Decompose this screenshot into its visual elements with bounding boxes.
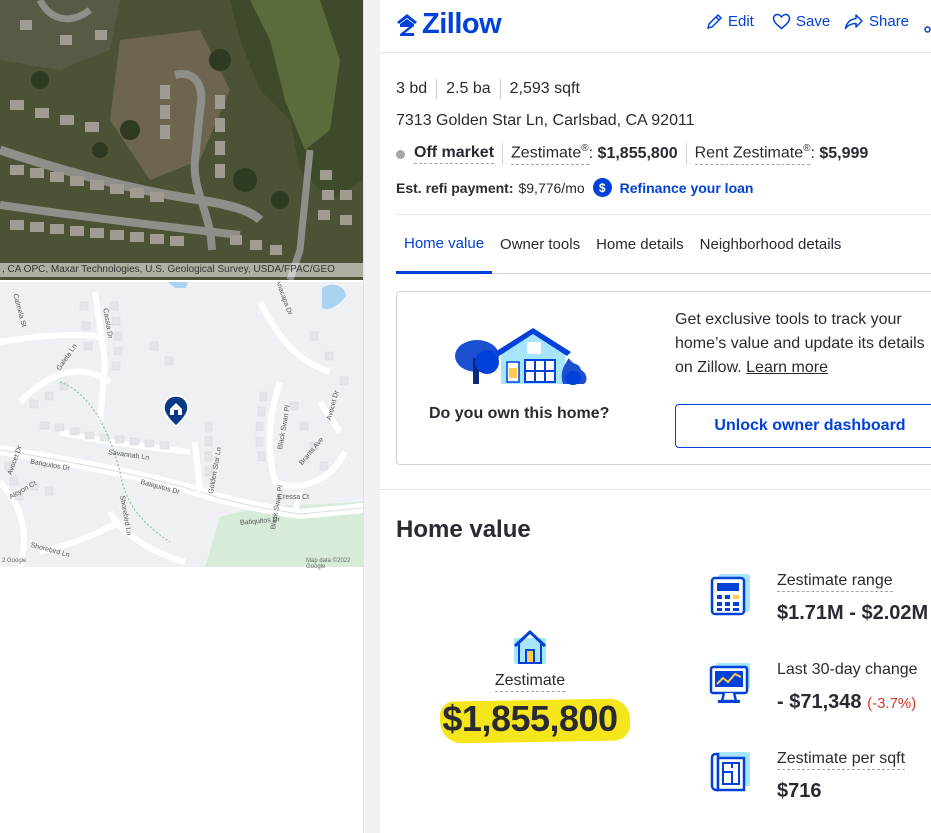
share-arrow-icon — [844, 14, 863, 30]
divider — [502, 143, 504, 165]
rent-zestimate-tooltip-trigger[interactable]: Rent Zestimate® — [694, 143, 811, 165]
panel-divider[interactable] — [363, 0, 380, 833]
beds: 3 bd — [396, 80, 428, 97]
registered-mark: ® — [803, 143, 811, 155]
save-label: Save — [796, 13, 831, 30]
divider — [436, 79, 438, 99]
house-trees-illustration-icon — [455, 328, 587, 385]
street-label: Cressa Ct — [278, 494, 310, 501]
owner-description: Get exclusive tools to track your home’s… — [675, 308, 931, 380]
pencil-icon — [706, 13, 723, 30]
tab-neighborhood-details[interactable]: Neighborhood details — [692, 215, 850, 274]
zestimate-value: $1,855,800 — [597, 145, 678, 162]
section-divider — [380, 489, 931, 490]
zestimate-amount-wrap: $1,855,800 — [440, 698, 631, 744]
property-details-panel: Zillow Edit Save Share 3 bd 2.5 ba 2,593… — [380, 0, 931, 833]
edit-label: Edit — [728, 13, 754, 30]
home-location-pin[interactable] — [163, 395, 189, 427]
zestimate-label: Zestimate — [511, 144, 582, 162]
last-30-day-change-label: Last 30-day change — [777, 661, 918, 678]
house-illustration — [455, 328, 589, 393]
satellite-attribution: , CA OPC, Maxar Technologies, U.S. Geolo… — [0, 263, 363, 277]
map-credit: 2 Google — [2, 558, 27, 564]
more-dots-icon — [924, 26, 931, 33]
map-pin-icon — [163, 395, 189, 427]
zestimate-per-sqft-label[interactable]: Zestimate per sqft — [777, 750, 906, 770]
zestimate-range-label[interactable]: Zestimate range — [777, 572, 893, 592]
tab-owner-tools[interactable]: Owner tools — [492, 215, 588, 274]
rent-zestimate-value: $5,999 — [819, 145, 869, 162]
zillow-logo-text: Zillow — [422, 8, 502, 40]
dollar-icon: $ — [592, 178, 612, 197]
calculator-icon — [710, 574, 750, 616]
satellite-map[interactable]: , CA OPC, Maxar Technologies, U.S. Geolo… — [0, 0, 363, 280]
save-button[interactable]: Save — [772, 13, 830, 30]
zestimate-tooltip-trigger[interactable]: Zestimate® — [511, 143, 589, 165]
learn-more-link[interactable]: Learn more — [746, 359, 828, 376]
refinance-link[interactable]: Refinance your loan — [620, 180, 754, 196]
refi-row: Est. refi payment: $9,776/mo $ Refinance… — [396, 178, 753, 197]
house-icon — [513, 630, 547, 664]
last-30-day-change-value-wrap: - $71,348 (-3.7%) — [777, 691, 916, 714]
baths: 2.5 ba — [446, 80, 491, 97]
status-dot — [396, 149, 405, 159]
top-bar: Zillow Edit Save Share — [380, 0, 931, 53]
zestimate-label[interactable]: Zestimate — [494, 672, 566, 692]
tab-home-value[interactable]: Home value — [396, 215, 493, 274]
zillow-logo[interactable]: Zillow — [396, 8, 502, 41]
zillow-logo-icon — [397, 13, 417, 36]
zestimate-block: Zestimate $1,855,800 — [420, 620, 640, 744]
owner-question: Do you own this home? — [429, 405, 610, 422]
registered-mark: ® — [581, 143, 589, 155]
divider — [499, 79, 501, 99]
map-panel[interactable]: , CA OPC, Maxar Technologies, U.S. Geolo… — [0, 0, 363, 833]
monitor-chart-icon — [709, 663, 750, 703]
colon: : — [810, 145, 820, 162]
zestimate-amount: $1,855,800 — [442, 698, 618, 739]
unlock-owner-dashboard-button[interactable]: Unlock owner dashboard — [675, 404, 931, 448]
zestimate-range-value: $1.71M - $2.02M — [777, 602, 929, 624]
share-button[interactable]: Share — [844, 13, 909, 30]
heart-icon — [772, 13, 791, 30]
street-map[interactable]: Calmela St Cassia Dr Galeta Ln Savannah … — [0, 282, 363, 567]
refi-label: Est. refi payment: — [396, 179, 514, 196]
rent-zestimate-label: Rent Zestimate — [694, 144, 804, 162]
more-menu-button[interactable] — [924, 20, 931, 33]
status-row: Off market Zestimate® : $1,855,800 Rent … — [396, 143, 868, 165]
satellite-imagery — [0, 0, 363, 280]
edit-button[interactable]: Edit — [706, 13, 754, 30]
share-label: Share — [869, 13, 910, 30]
owner-dashboard-card: Do you own this home? Get exclusive tool… — [396, 291, 931, 465]
last-30-day-change-percent: (-3.7%) — [867, 695, 917, 712]
home-facts: 3 bd 2.5 ba 2,593 sqft — [396, 79, 580, 99]
last-30-day-change-value: - $71,348 — [777, 691, 862, 713]
colon: : — [588, 145, 598, 162]
divider — [685, 143, 687, 165]
status-off-market[interactable]: Off market — [414, 144, 495, 164]
section-tabs: Home value Owner tools Home details Neig… — [396, 214, 931, 274]
refi-value: $9,776/mo — [518, 179, 585, 196]
zestimate-per-sqft-value: $716 — [777, 780, 822, 802]
sqft: 2,593 sqft — [509, 80, 580, 97]
tab-home-details[interactable]: Home details — [588, 215, 692, 274]
floorplan-icon — [710, 752, 750, 792]
home-address: 7313 Golden Star Ln, Carlsbad, CA 92011 — [396, 112, 695, 129]
home-value-title: Home value — [396, 516, 531, 543]
map-data-credit: Map data ©2022 Google — [306, 558, 351, 570]
